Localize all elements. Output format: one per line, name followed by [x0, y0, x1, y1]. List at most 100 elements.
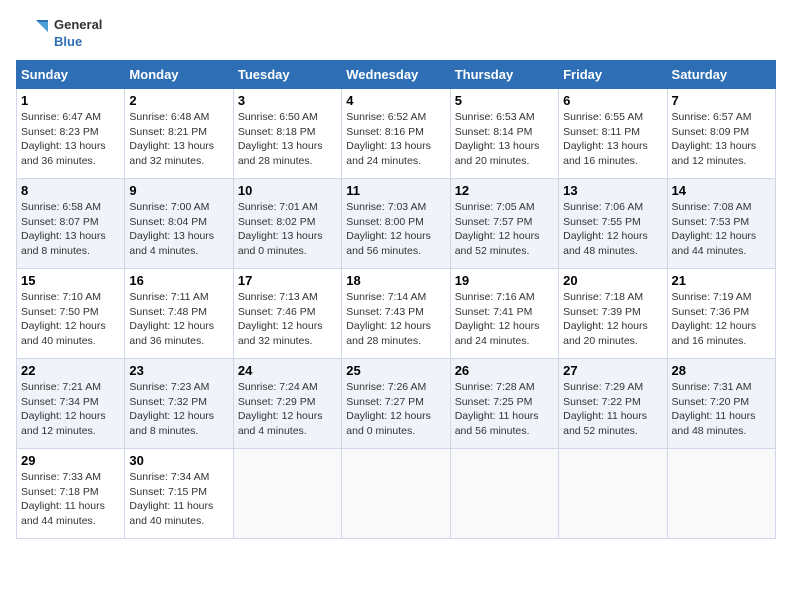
day-cell: 30 Sunrise: 7:34 AM Sunset: 7:15 PM Dayli… — [125, 449, 233, 539]
day-info: Sunrise: 7:31 AM Sunset: 7:20 PM Dayligh… — [672, 380, 771, 439]
day-cell: 10 Sunrise: 7:01 AM Sunset: 8:02 PM Dayli… — [233, 179, 341, 269]
day-cell: 22 Sunrise: 7:21 AM Sunset: 7:34 PM Dayli… — [17, 359, 125, 449]
day-number: 14 — [672, 183, 771, 198]
day-number: 29 — [21, 453, 120, 468]
day-cell: 14 Sunrise: 7:08 AM Sunset: 7:53 PM Dayli… — [667, 179, 775, 269]
day-info: Sunrise: 7:00 AM Sunset: 8:04 PM Dayligh… — [129, 200, 228, 259]
day-number: 28 — [672, 363, 771, 378]
day-info: Sunrise: 6:52 AM Sunset: 8:16 PM Dayligh… — [346, 110, 445, 169]
day-info: Sunrise: 7:18 AM Sunset: 7:39 PM Dayligh… — [563, 290, 662, 349]
day-number: 4 — [346, 93, 445, 108]
day-cell — [342, 449, 450, 539]
col-header-saturday: Saturday — [667, 61, 775, 89]
day-cell: 27Sunrise: 7:29 AM Sunset: 7:22 PM Dayli… — [559, 359, 667, 449]
day-cell — [450, 449, 558, 539]
day-cell: 7 Sunrise: 6:57 AM Sunset: 8:09 PM Daylig… — [667, 89, 775, 179]
day-cell: 19 Sunrise: 7:16 AM Sunset: 7:41 PM Dayli… — [450, 269, 558, 359]
day-number: 25 — [346, 363, 445, 378]
logo-graphic — [16, 16, 52, 52]
day-number: 12 — [455, 183, 554, 198]
day-cell: 21 Sunrise: 7:19 AM Sunset: 7:36 PM Dayli… — [667, 269, 775, 359]
day-cell — [559, 449, 667, 539]
day-info: Sunrise: 7:13 AM Sunset: 7:46 PM Dayligh… — [238, 290, 337, 349]
day-info: Sunrise: 6:55 AM Sunset: 8:11 PM Dayligh… — [563, 110, 662, 169]
day-number: 1 — [21, 93, 120, 108]
day-cell: 15 Sunrise: 7:10 AM Sunset: 7:50 PM Dayli… — [17, 269, 125, 359]
week-row-1: 1 Sunrise: 6:47 AM Sunset: 8:23 PM Daylig… — [17, 89, 776, 179]
logo-container: General Blue — [16, 16, 102, 52]
week-row-4: 22 Sunrise: 7:21 AM Sunset: 7:34 PM Dayli… — [17, 359, 776, 449]
day-cell: 24Sunrise: 7:24 AM Sunset: 7:29 PM Dayli… — [233, 359, 341, 449]
day-info: Sunrise: 7:24 AM Sunset: 7:29 PM Dayligh… — [238, 380, 337, 439]
day-number: 15 — [21, 273, 120, 288]
day-cell: 18Sunrise: 7:14 AM Sunset: 7:43 PM Dayli… — [342, 269, 450, 359]
day-cell: 6 Sunrise: 6:55 AM Sunset: 8:11 PM Daylig… — [559, 89, 667, 179]
logo: General Blue — [16, 16, 102, 52]
day-info: Sunrise: 7:21 AM Sunset: 7:34 PM Dayligh… — [21, 380, 120, 439]
header-row: SundayMondayTuesdayWednesdayThursdayFrid… — [17, 61, 776, 89]
day-cell: 28 Sunrise: 7:31 AM Sunset: 7:20 PM Dayli… — [667, 359, 775, 449]
day-cell: 25 Sunrise: 7:26 AM Sunset: 7:27 PM Dayli… — [342, 359, 450, 449]
day-number: 22 — [21, 363, 120, 378]
day-cell: 12Sunrise: 7:05 AM Sunset: 7:57 PM Dayli… — [450, 179, 558, 269]
day-info: Sunrise: 7:34 AM Sunset: 7:15 PM Dayligh… — [129, 470, 228, 529]
week-row-5: 29 Sunrise: 7:33 AM Sunset: 7:18 PM Dayli… — [17, 449, 776, 539]
calendar-table: SundayMondayTuesdayWednesdayThursdayFrid… — [16, 60, 776, 539]
day-number: 2 — [129, 93, 228, 108]
day-cell: 1 Sunrise: 6:47 AM Sunset: 8:23 PM Daylig… — [17, 89, 125, 179]
day-info: Sunrise: 7:03 AM Sunset: 8:00 PM Dayligh… — [346, 200, 445, 259]
day-number: 19 — [455, 273, 554, 288]
day-info: Sunrise: 6:58 AM Sunset: 8:07 PM Dayligh… — [21, 200, 120, 259]
day-info: Sunrise: 7:08 AM Sunset: 7:53 PM Dayligh… — [672, 200, 771, 259]
col-header-tuesday: Tuesday — [233, 61, 341, 89]
col-header-thursday: Thursday — [450, 61, 558, 89]
col-header-monday: Monday — [125, 61, 233, 89]
day-number: 30 — [129, 453, 228, 468]
day-info: Sunrise: 7:01 AM Sunset: 8:02 PM Dayligh… — [238, 200, 337, 259]
day-cell: 26Sunrise: 7:28 AM Sunset: 7:25 PM Dayli… — [450, 359, 558, 449]
day-info: Sunrise: 6:53 AM Sunset: 8:14 PM Dayligh… — [455, 110, 554, 169]
day-cell: 3Sunrise: 6:50 AM Sunset: 8:18 PM Daylig… — [233, 89, 341, 179]
day-cell: 11 Sunrise: 7:03 AM Sunset: 8:00 PM Dayli… — [342, 179, 450, 269]
day-number: 6 — [563, 93, 662, 108]
day-info: Sunrise: 6:47 AM Sunset: 8:23 PM Dayligh… — [21, 110, 120, 169]
day-info: Sunrise: 7:28 AM Sunset: 7:25 PM Dayligh… — [455, 380, 554, 439]
day-info: Sunrise: 7:19 AM Sunset: 7:36 PM Dayligh… — [672, 290, 771, 349]
week-row-3: 15 Sunrise: 7:10 AM Sunset: 7:50 PM Dayli… — [17, 269, 776, 359]
day-number: 11 — [346, 183, 445, 198]
day-info: Sunrise: 7:11 AM Sunset: 7:48 PM Dayligh… — [129, 290, 228, 349]
col-header-sunday: Sunday — [17, 61, 125, 89]
day-info: Sunrise: 7:33 AM Sunset: 7:18 PM Dayligh… — [21, 470, 120, 529]
day-number: 3 — [238, 93, 337, 108]
day-cell — [233, 449, 341, 539]
day-number: 9 — [129, 183, 228, 198]
day-cell: 23Sunrise: 7:23 AM Sunset: 7:32 PM Dayli… — [125, 359, 233, 449]
day-info: Sunrise: 7:16 AM Sunset: 7:41 PM Dayligh… — [455, 290, 554, 349]
day-cell: 16 Sunrise: 7:11 AM Sunset: 7:48 PM Dayli… — [125, 269, 233, 359]
day-info: Sunrise: 6:57 AM Sunset: 8:09 PM Dayligh… — [672, 110, 771, 169]
day-number: 8 — [21, 183, 120, 198]
day-cell: 29 Sunrise: 7:33 AM Sunset: 7:18 PM Dayli… — [17, 449, 125, 539]
day-info: Sunrise: 7:23 AM Sunset: 7:32 PM Dayligh… — [129, 380, 228, 439]
day-cell: 13Sunrise: 7:06 AM Sunset: 7:55 PM Dayli… — [559, 179, 667, 269]
col-header-friday: Friday — [559, 61, 667, 89]
day-info: Sunrise: 7:10 AM Sunset: 7:50 PM Dayligh… — [21, 290, 120, 349]
day-cell — [667, 449, 775, 539]
day-cell: 20 Sunrise: 7:18 AM Sunset: 7:39 PM Dayli… — [559, 269, 667, 359]
col-header-wednesday: Wednesday — [342, 61, 450, 89]
day-number: 21 — [672, 273, 771, 288]
day-cell: 5Sunrise: 6:53 AM Sunset: 8:14 PM Daylig… — [450, 89, 558, 179]
day-info: Sunrise: 7:26 AM Sunset: 7:27 PM Dayligh… — [346, 380, 445, 439]
day-number: 18 — [346, 273, 445, 288]
day-number: 20 — [563, 273, 662, 288]
day-cell: 4 Sunrise: 6:52 AM Sunset: 8:16 PM Daylig… — [342, 89, 450, 179]
day-number: 27 — [563, 363, 662, 378]
day-number: 7 — [672, 93, 771, 108]
day-number: 17 — [238, 273, 337, 288]
day-number: 10 — [238, 183, 337, 198]
logo-text: General Blue — [54, 17, 102, 51]
day-cell: 8 Sunrise: 6:58 AM Sunset: 8:07 PM Daylig… — [17, 179, 125, 269]
day-info: Sunrise: 6:48 AM Sunset: 8:21 PM Dayligh… — [129, 110, 228, 169]
day-number: 16 — [129, 273, 228, 288]
day-cell: 17 Sunrise: 7:13 AM Sunset: 7:46 PM Dayli… — [233, 269, 341, 359]
